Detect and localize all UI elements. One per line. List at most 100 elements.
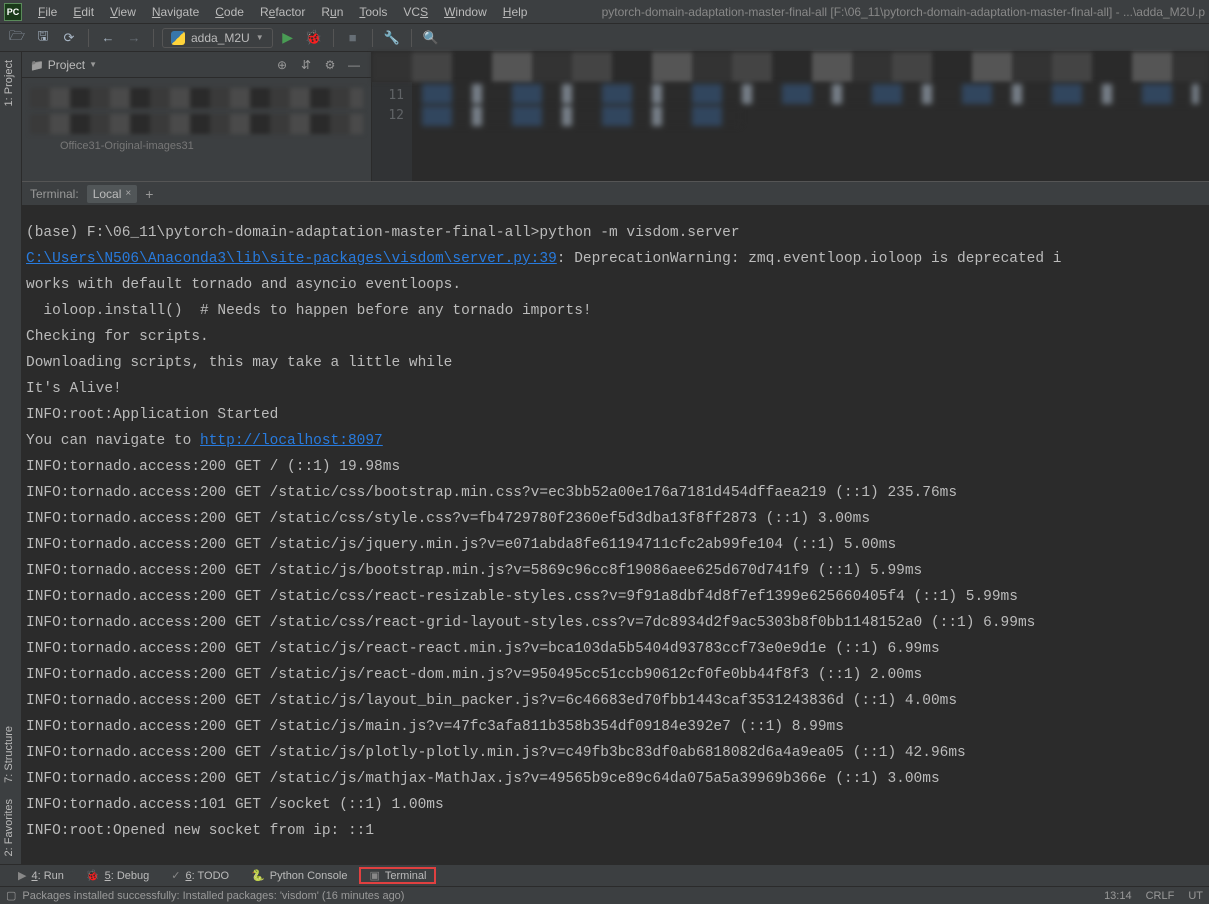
gutter-tab-project[interactable]: 1: Project bbox=[0, 52, 21, 114]
status-time: 13:14 bbox=[1104, 890, 1132, 902]
add-terminal-button[interactable]: + bbox=[145, 186, 153, 202]
project-header-label[interactable]: Project ▼ bbox=[30, 58, 97, 72]
terminal-line: INFO:tornado.access:200 GET /static/css/… bbox=[26, 610, 1205, 636]
terminal-line: INFO:tornado.access:101 GET /socket (::1… bbox=[26, 792, 1205, 818]
separator bbox=[153, 29, 154, 47]
menu-run[interactable]: Run bbox=[313, 3, 351, 21]
settings-icon[interactable]: 🔧 bbox=[381, 27, 403, 49]
terminal-line: works with default tornado and asyncio e… bbox=[26, 272, 1205, 298]
folder-icon bbox=[30, 58, 44, 72]
upper-panes: Project ▼ ⊕ ⇵ ⚙ — Office31-Original-imag… bbox=[22, 52, 1209, 182]
save-icon[interactable]: 🖫 bbox=[32, 27, 54, 49]
terminal-line: INFO:root:Opened new socket from ip: ::1 bbox=[26, 818, 1205, 844]
run-icon: ▶ bbox=[18, 869, 26, 882]
terminal-line: INFO:tornado.access:200 GET /static/css/… bbox=[26, 506, 1205, 532]
terminal-line: INFO:tornado.access:200 GET /static/js/m… bbox=[26, 714, 1205, 740]
terminal-line: INFO:tornado.access:200 GET /static/js/l… bbox=[26, 688, 1205, 714]
terminal-line: It's Alive! bbox=[26, 376, 1205, 402]
forward-icon[interactable]: → bbox=[123, 27, 145, 49]
todo-icon: ✓ bbox=[171, 869, 180, 882]
terminal-line: Downloading scripts, this may take a lit… bbox=[26, 350, 1205, 376]
debug-icon[interactable]: 🐞 bbox=[303, 27, 325, 49]
toolbar: 🗁 🖫 ⟳ ← → adda_M2U ▼ ▶ 🐞 ■ 🔧 🔍 bbox=[0, 24, 1209, 52]
tab-terminal[interactable]: ▣Terminal bbox=[359, 867, 436, 884]
python-icon: 🐍 bbox=[251, 869, 265, 882]
open-icon[interactable]: 🗁 bbox=[6, 27, 28, 49]
tab-python-console[interactable]: 🐍Python Console bbox=[241, 867, 357, 884]
tab-run[interactable]: ▶4: Run bbox=[8, 867, 74, 884]
left-tool-gutter: 1: Project 7: Structure 2: Favorites bbox=[0, 52, 22, 864]
terminal-line: INFO:tornado.access:200 GET /static/js/m… bbox=[26, 766, 1205, 792]
menu-edit[interactable]: Edit bbox=[65, 3, 102, 21]
terminal-line: Checking for scripts. bbox=[26, 324, 1205, 350]
terminal-output[interactable]: (base) F:\06_11\pytorch-domain-adaptatio… bbox=[22, 206, 1209, 864]
terminal-tool-window: Terminal: Local × + (base) F:\06_11\pyto… bbox=[22, 182, 1209, 864]
chevron-down-icon: ▼ bbox=[256, 33, 264, 42]
terminal-line: INFO:tornado.access:200 GET /static/js/r… bbox=[26, 662, 1205, 688]
bug-icon: 🐞 bbox=[86, 869, 100, 882]
terminal-line: INFO:tornado.access:200 GET /static/css/… bbox=[26, 584, 1205, 610]
menu-code[interactable]: Code bbox=[207, 3, 252, 21]
menu-tools[interactable]: Tools bbox=[351, 3, 395, 21]
tab-todo[interactable]: ✓6: TODO bbox=[161, 867, 239, 884]
main-split: Project ▼ ⊕ ⇵ ⚙ — Office31-Original-imag… bbox=[22, 52, 1209, 864]
menu-view[interactable]: View bbox=[102, 3, 144, 21]
gutter-tab-favorites[interactable]: 2: Favorites bbox=[0, 791, 21, 864]
tab-debug[interactable]: 🐞5: Debug bbox=[76, 867, 159, 884]
status-encoding: UT bbox=[1188, 890, 1203, 902]
hide-icon[interactable]: — bbox=[345, 56, 363, 74]
menu-window[interactable]: Window bbox=[436, 3, 495, 21]
terminal-line: You can navigate to http://localhost:809… bbox=[26, 428, 1205, 454]
editor-content[interactable] bbox=[412, 82, 1209, 181]
menu-file[interactable]: File bbox=[30, 3, 65, 21]
app-icon: PC bbox=[4, 3, 22, 21]
terminal-link[interactable]: C:\Users\N506\Anaconda3\lib\site-package… bbox=[26, 251, 557, 267]
project-tool-window: Project ▼ ⊕ ⇵ ⚙ — Office31-Original-imag… bbox=[22, 52, 372, 181]
back-icon[interactable]: ← bbox=[97, 27, 119, 49]
terminal-line: INFO:tornado.access:200 GET /static/css/… bbox=[26, 480, 1205, 506]
content-area: 1: Project 7: Structure 2: Favorites Pro… bbox=[0, 52, 1209, 864]
run-config-selector[interactable]: adda_M2U ▼ bbox=[162, 28, 273, 48]
search-icon[interactable]: 🔍 bbox=[420, 27, 442, 49]
close-icon[interactable]: × bbox=[125, 188, 131, 199]
menu-refactor[interactable]: Refactor bbox=[252, 3, 313, 21]
menu-help[interactable]: Help bbox=[495, 3, 536, 21]
status-message: Packages installed successfully: Install… bbox=[22, 890, 404, 902]
terminal-line: INFO:root:Application Started bbox=[26, 402, 1205, 428]
terminal-line: ioloop.install() # Needs to happen befor… bbox=[26, 298, 1205, 324]
refresh-icon[interactable]: ⟳ bbox=[58, 27, 80, 49]
terminal-line: INFO:tornado.access:200 GET /static/js/j… bbox=[26, 532, 1205, 558]
project-header: Project ▼ ⊕ ⇵ ⚙ — bbox=[22, 52, 371, 78]
run-icon[interactable]: ▶ bbox=[277, 27, 299, 49]
gear-icon[interactable]: ⚙ bbox=[321, 56, 339, 74]
locate-icon[interactable]: ⊕ bbox=[273, 56, 291, 74]
separator bbox=[411, 29, 412, 47]
stop-icon[interactable]: ■ bbox=[342, 27, 364, 49]
status-eol: CRLF bbox=[1146, 890, 1175, 902]
statusbar: ▢ Packages installed successfully: Insta… bbox=[0, 886, 1209, 904]
terminal-header: Terminal: Local × + bbox=[22, 182, 1209, 206]
editor-tabs[interactable] bbox=[372, 52, 1209, 82]
gutter-tab-structure[interactable]: 7: Structure bbox=[0, 718, 21, 791]
bottom-tool-tabs: ▶4: Run 🐞5: Debug ✓6: TODO 🐍Python Conso… bbox=[0, 864, 1209, 886]
terminal-tab-local[interactable]: Local × bbox=[87, 185, 138, 203]
terminal-link[interactable]: http://localhost:8097 bbox=[200, 433, 383, 449]
terminal-line: (base) F:\06_11\pytorch-domain-adaptatio… bbox=[26, 220, 1205, 246]
separator bbox=[333, 29, 334, 47]
terminal-label: Terminal: bbox=[30, 187, 79, 201]
terminal-line: C:\Users\N506\Anaconda3\lib\site-package… bbox=[26, 246, 1205, 272]
chevron-down-icon: ▼ bbox=[89, 60, 97, 69]
menu-navigate[interactable]: Navigate bbox=[144, 3, 207, 21]
window-title: pytorch-domain-adaptation-master-final-a… bbox=[602, 5, 1205, 19]
editor-pane: 11 12 bbox=[372, 52, 1209, 181]
menubar: PC FileEditViewNavigateCodeRefactorRunTo… bbox=[0, 0, 1209, 24]
separator bbox=[88, 29, 89, 47]
separator bbox=[372, 29, 373, 47]
terminal-line: INFO:tornado.access:200 GET /static/js/r… bbox=[26, 636, 1205, 662]
editor-body[interactable]: 11 12 bbox=[372, 82, 1209, 181]
terminal-line: INFO:tornado.access:200 GET /static/js/p… bbox=[26, 740, 1205, 766]
menu-vcs[interactable]: VCS bbox=[395, 3, 436, 21]
collapse-icon[interactable]: ⇵ bbox=[297, 56, 315, 74]
status-icon: ▢ bbox=[6, 889, 16, 902]
project-tree[interactable]: Office31-Original-images31 bbox=[22, 78, 371, 156]
